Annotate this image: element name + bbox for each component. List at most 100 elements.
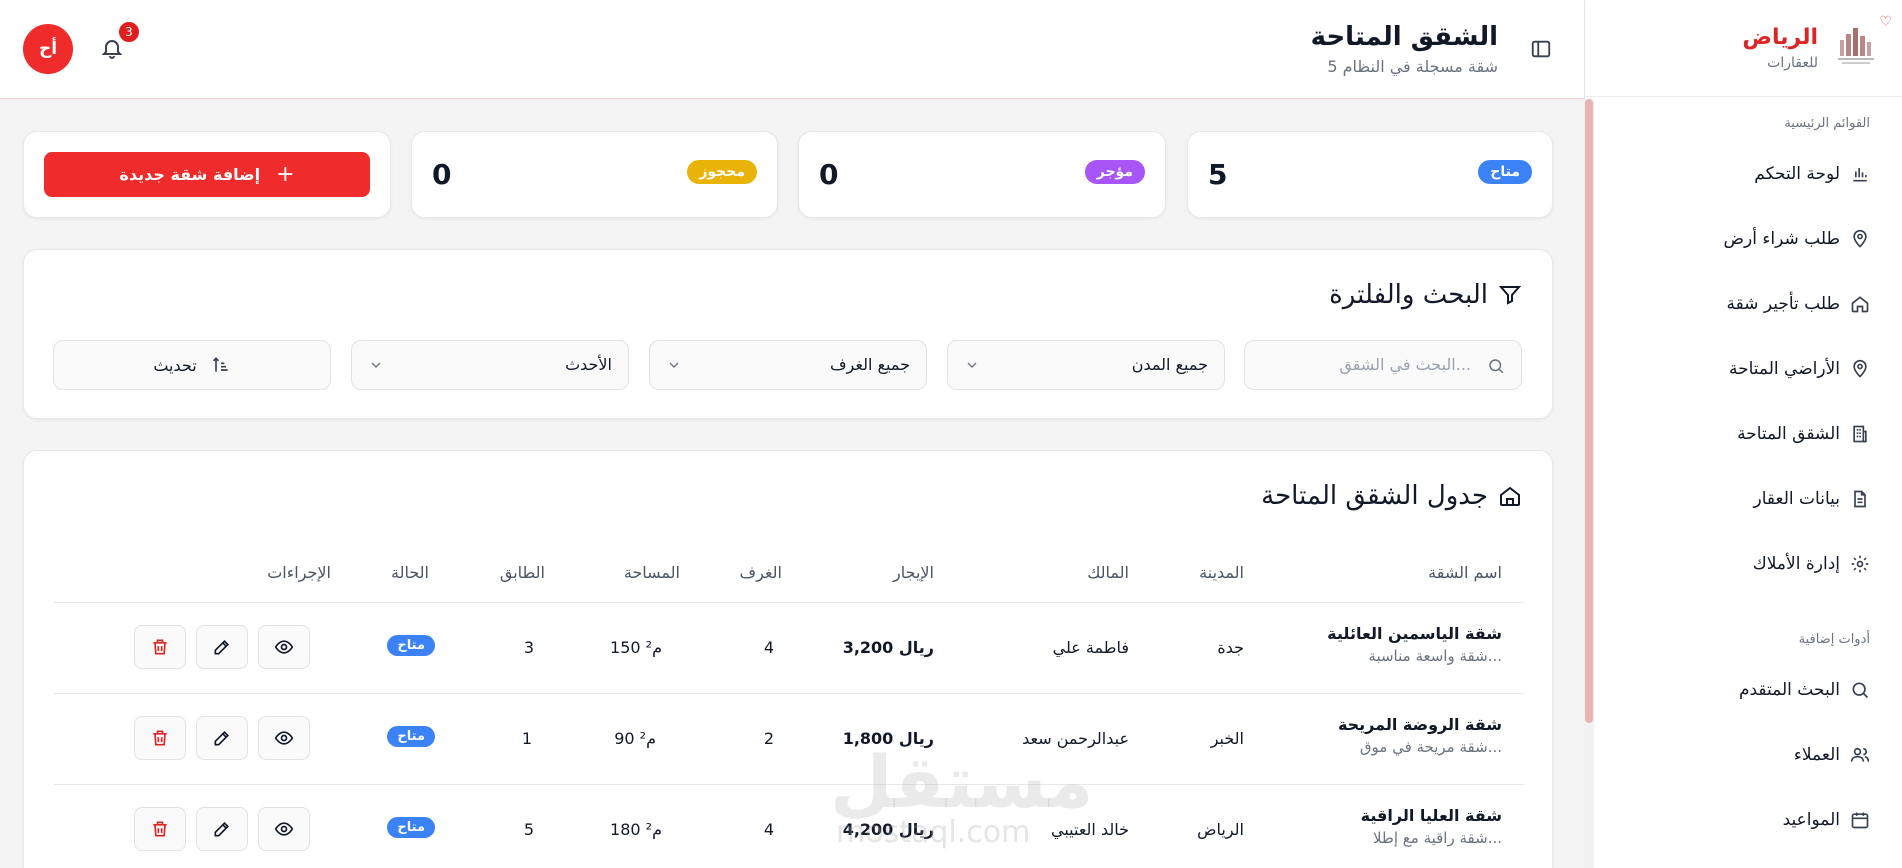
users-icon bbox=[1850, 747, 1870, 762]
sidebar-item-available-apartments[interactable]: الشقق المتاحة bbox=[1737, 414, 1870, 454]
section-main-label: القوائم الرئيسية bbox=[1784, 116, 1870, 131]
divider bbox=[54, 602, 1524, 603]
view-button[interactable] bbox=[258, 807, 310, 851]
filter-title: البحث والفلترة bbox=[1329, 280, 1488, 310]
sidebar-item-label: طلب شراء أرض bbox=[1723, 229, 1841, 249]
sidebar-item-label: طلب تأجير شقة bbox=[1726, 294, 1840, 314]
delete-button[interactable] bbox=[134, 716, 186, 760]
filter-icon bbox=[1498, 286, 1522, 305]
search-icon bbox=[1489, 359, 1504, 374]
apartment-name[interactable]: شقة العليا الراقية bbox=[1361, 806, 1502, 825]
map-pin-icon bbox=[1853, 359, 1867, 378]
sidebar-item-property-management[interactable]: إدارة الأملاك bbox=[1753, 544, 1870, 584]
avatar[interactable]: أح bbox=[23, 24, 73, 74]
sidebar-item-appointments[interactable]: المواعيد bbox=[1783, 800, 1870, 840]
sort-select[interactable]: الأحدث bbox=[351, 340, 629, 390]
eye-icon bbox=[274, 640, 294, 654]
stat-value: 0 bbox=[432, 158, 452, 191]
heart-icon[interactable]: ♡ bbox=[1879, 14, 1892, 30]
sidebar-header: ♡ الرياض للعقارات bbox=[1585, 0, 1902, 97]
rooms-select[interactable]: جميع الغرف bbox=[649, 340, 927, 390]
stat-value: 5 bbox=[1208, 158, 1228, 191]
owner-cell: فاطمة علي bbox=[1052, 638, 1129, 657]
page-title-block: الشقق المتاحة 5 شقة مسجلة في النظام bbox=[1311, 20, 1498, 78]
watermark-url: mostaql.com bbox=[836, 815, 1031, 850]
rooms-cell: 2 bbox=[763, 729, 774, 748]
apartment-name[interactable]: شقة الياسمين العائلية bbox=[1327, 624, 1502, 643]
sidebar-item-apartment-rent[interactable]: طلب تأجير شقة bbox=[1726, 284, 1870, 324]
sidebar-item-label: الأراضي المتاحة bbox=[1728, 359, 1840, 379]
sort-ascending-icon bbox=[212, 357, 228, 372]
page-title: الشقق المتاحة bbox=[1310, 22, 1498, 52]
sidebar-item-dashboard[interactable]: لوحة التحكم bbox=[1754, 154, 1870, 194]
edit-button[interactable] bbox=[196, 625, 248, 669]
sidebar-item-label: إدارة الأملاك bbox=[1752, 554, 1840, 574]
stat-card-available: 5 متاح bbox=[1187, 131, 1553, 218]
view-button[interactable] bbox=[258, 716, 310, 760]
bar-chart-icon bbox=[1853, 168, 1867, 182]
sidebar-item-available-lands[interactable]: الأراضي المتاحة bbox=[1729, 349, 1870, 389]
trash-icon bbox=[153, 639, 167, 655]
apartment-cell: شقة الروضة المريحة شقة مريحة في موق... bbox=[1338, 715, 1502, 756]
col-header-status: الحالة bbox=[391, 563, 429, 582]
gear-icon bbox=[1851, 555, 1869, 573]
scrollbar-thumb[interactable] bbox=[1585, 99, 1593, 723]
refresh-button[interactable]: تحديث bbox=[53, 340, 331, 390]
sidebar-item-label: لوحة التحكم bbox=[1754, 164, 1840, 184]
sidebar-item-land-purchase[interactable]: طلب شراء أرض bbox=[1724, 219, 1871, 259]
eye-icon bbox=[274, 731, 294, 745]
eye-icon bbox=[274, 822, 294, 836]
brand: الرياض للعقارات bbox=[1742, 24, 1818, 72]
add-button-label: إضافة شقة جديدة bbox=[119, 165, 261, 184]
area-cell: 180 م² bbox=[610, 820, 662, 839]
apartment-name[interactable]: شقة الروضة المريحة bbox=[1338, 715, 1502, 734]
top-header: الشقق المتاحة 5 شقة مسجلة في النظام أح 3 bbox=[0, 0, 1584, 99]
edit-icon bbox=[214, 639, 230, 655]
rooms-select-value: جميع الغرف bbox=[829, 355, 910, 374]
section-extra-label: أدوات إضافية bbox=[1798, 632, 1870, 647]
home-icon bbox=[1500, 486, 1520, 506]
divider bbox=[54, 693, 1524, 694]
city-select-value: جميع المدن bbox=[1131, 355, 1208, 374]
sidebar-toggle-icon[interactable] bbox=[1530, 38, 1552, 60]
chevron-down-icon bbox=[669, 362, 679, 368]
delete-button[interactable] bbox=[134, 807, 186, 851]
stat-card-reserved: 0 محجوز bbox=[411, 131, 778, 218]
home-icon bbox=[1851, 296, 1869, 313]
divider bbox=[54, 784, 1524, 785]
sidebar-item-property-data[interactable]: بيانات العقار bbox=[1754, 479, 1870, 519]
edit-button[interactable] bbox=[196, 807, 248, 851]
apartment-cell: شقة الياسمين العائلية شقة واسعة مناسبة..… bbox=[1327, 624, 1502, 665]
search-input[interactable]: البحث في الشقق... bbox=[1244, 340, 1522, 390]
watermark: مستقل bbox=[830, 740, 1094, 824]
add-apartment-button[interactable]: إضافة شقة جديدة + bbox=[44, 152, 370, 197]
sidebar-item-label: البحث المتقدم bbox=[1738, 680, 1840, 700]
search-icon bbox=[1852, 682, 1869, 699]
view-button[interactable] bbox=[258, 625, 310, 669]
area-cell: 150 م² bbox=[610, 638, 662, 657]
sidebar-item-label: العملاء bbox=[1793, 745, 1840, 765]
calendar-icon bbox=[1851, 812, 1869, 829]
col-header-rooms: الغرف bbox=[739, 563, 782, 582]
filter-card: البحث والفلترة البحث في الشقق... جميع ال… bbox=[23, 249, 1553, 419]
rooms-cell: 4 bbox=[763, 638, 774, 657]
city-select[interactable]: جميع المدن bbox=[947, 340, 1225, 390]
delete-button[interactable] bbox=[134, 625, 186, 669]
table-title: جدول الشقق المتاحة bbox=[1261, 481, 1488, 511]
apartment-desc: شقة واسعة مناسبة... bbox=[1368, 647, 1502, 665]
apartment-cell: شقة العليا الراقية شقة راقية مع إطلا... bbox=[1361, 806, 1502, 847]
add-card: إضافة شقة جديدة + bbox=[23, 131, 391, 218]
sidebar-item-label: الشقق المتاحة bbox=[1737, 424, 1840, 444]
edit-icon bbox=[214, 821, 230, 837]
sidebar-item-clients[interactable]: العملاء bbox=[1794, 735, 1870, 775]
page-subtitle: 5 شقة مسجلة في النظام bbox=[1327, 57, 1498, 76]
rent-cell: 3,200 ريال bbox=[842, 638, 934, 657]
status-badge: متاح bbox=[387, 726, 435, 747]
apartments-table-card: جدول الشقق المتاحة اسم الشقة المدينة الم… bbox=[23, 450, 1553, 868]
status-badge: متاح bbox=[387, 817, 435, 838]
sidebar-item-advanced-search[interactable]: البحث المتقدم bbox=[1739, 670, 1870, 710]
edit-button[interactable] bbox=[196, 716, 248, 760]
floor-cell: 1 bbox=[521, 729, 532, 748]
logo bbox=[1838, 28, 1874, 64]
table-title-block: جدول الشقق المتاحة bbox=[1261, 481, 1522, 511]
